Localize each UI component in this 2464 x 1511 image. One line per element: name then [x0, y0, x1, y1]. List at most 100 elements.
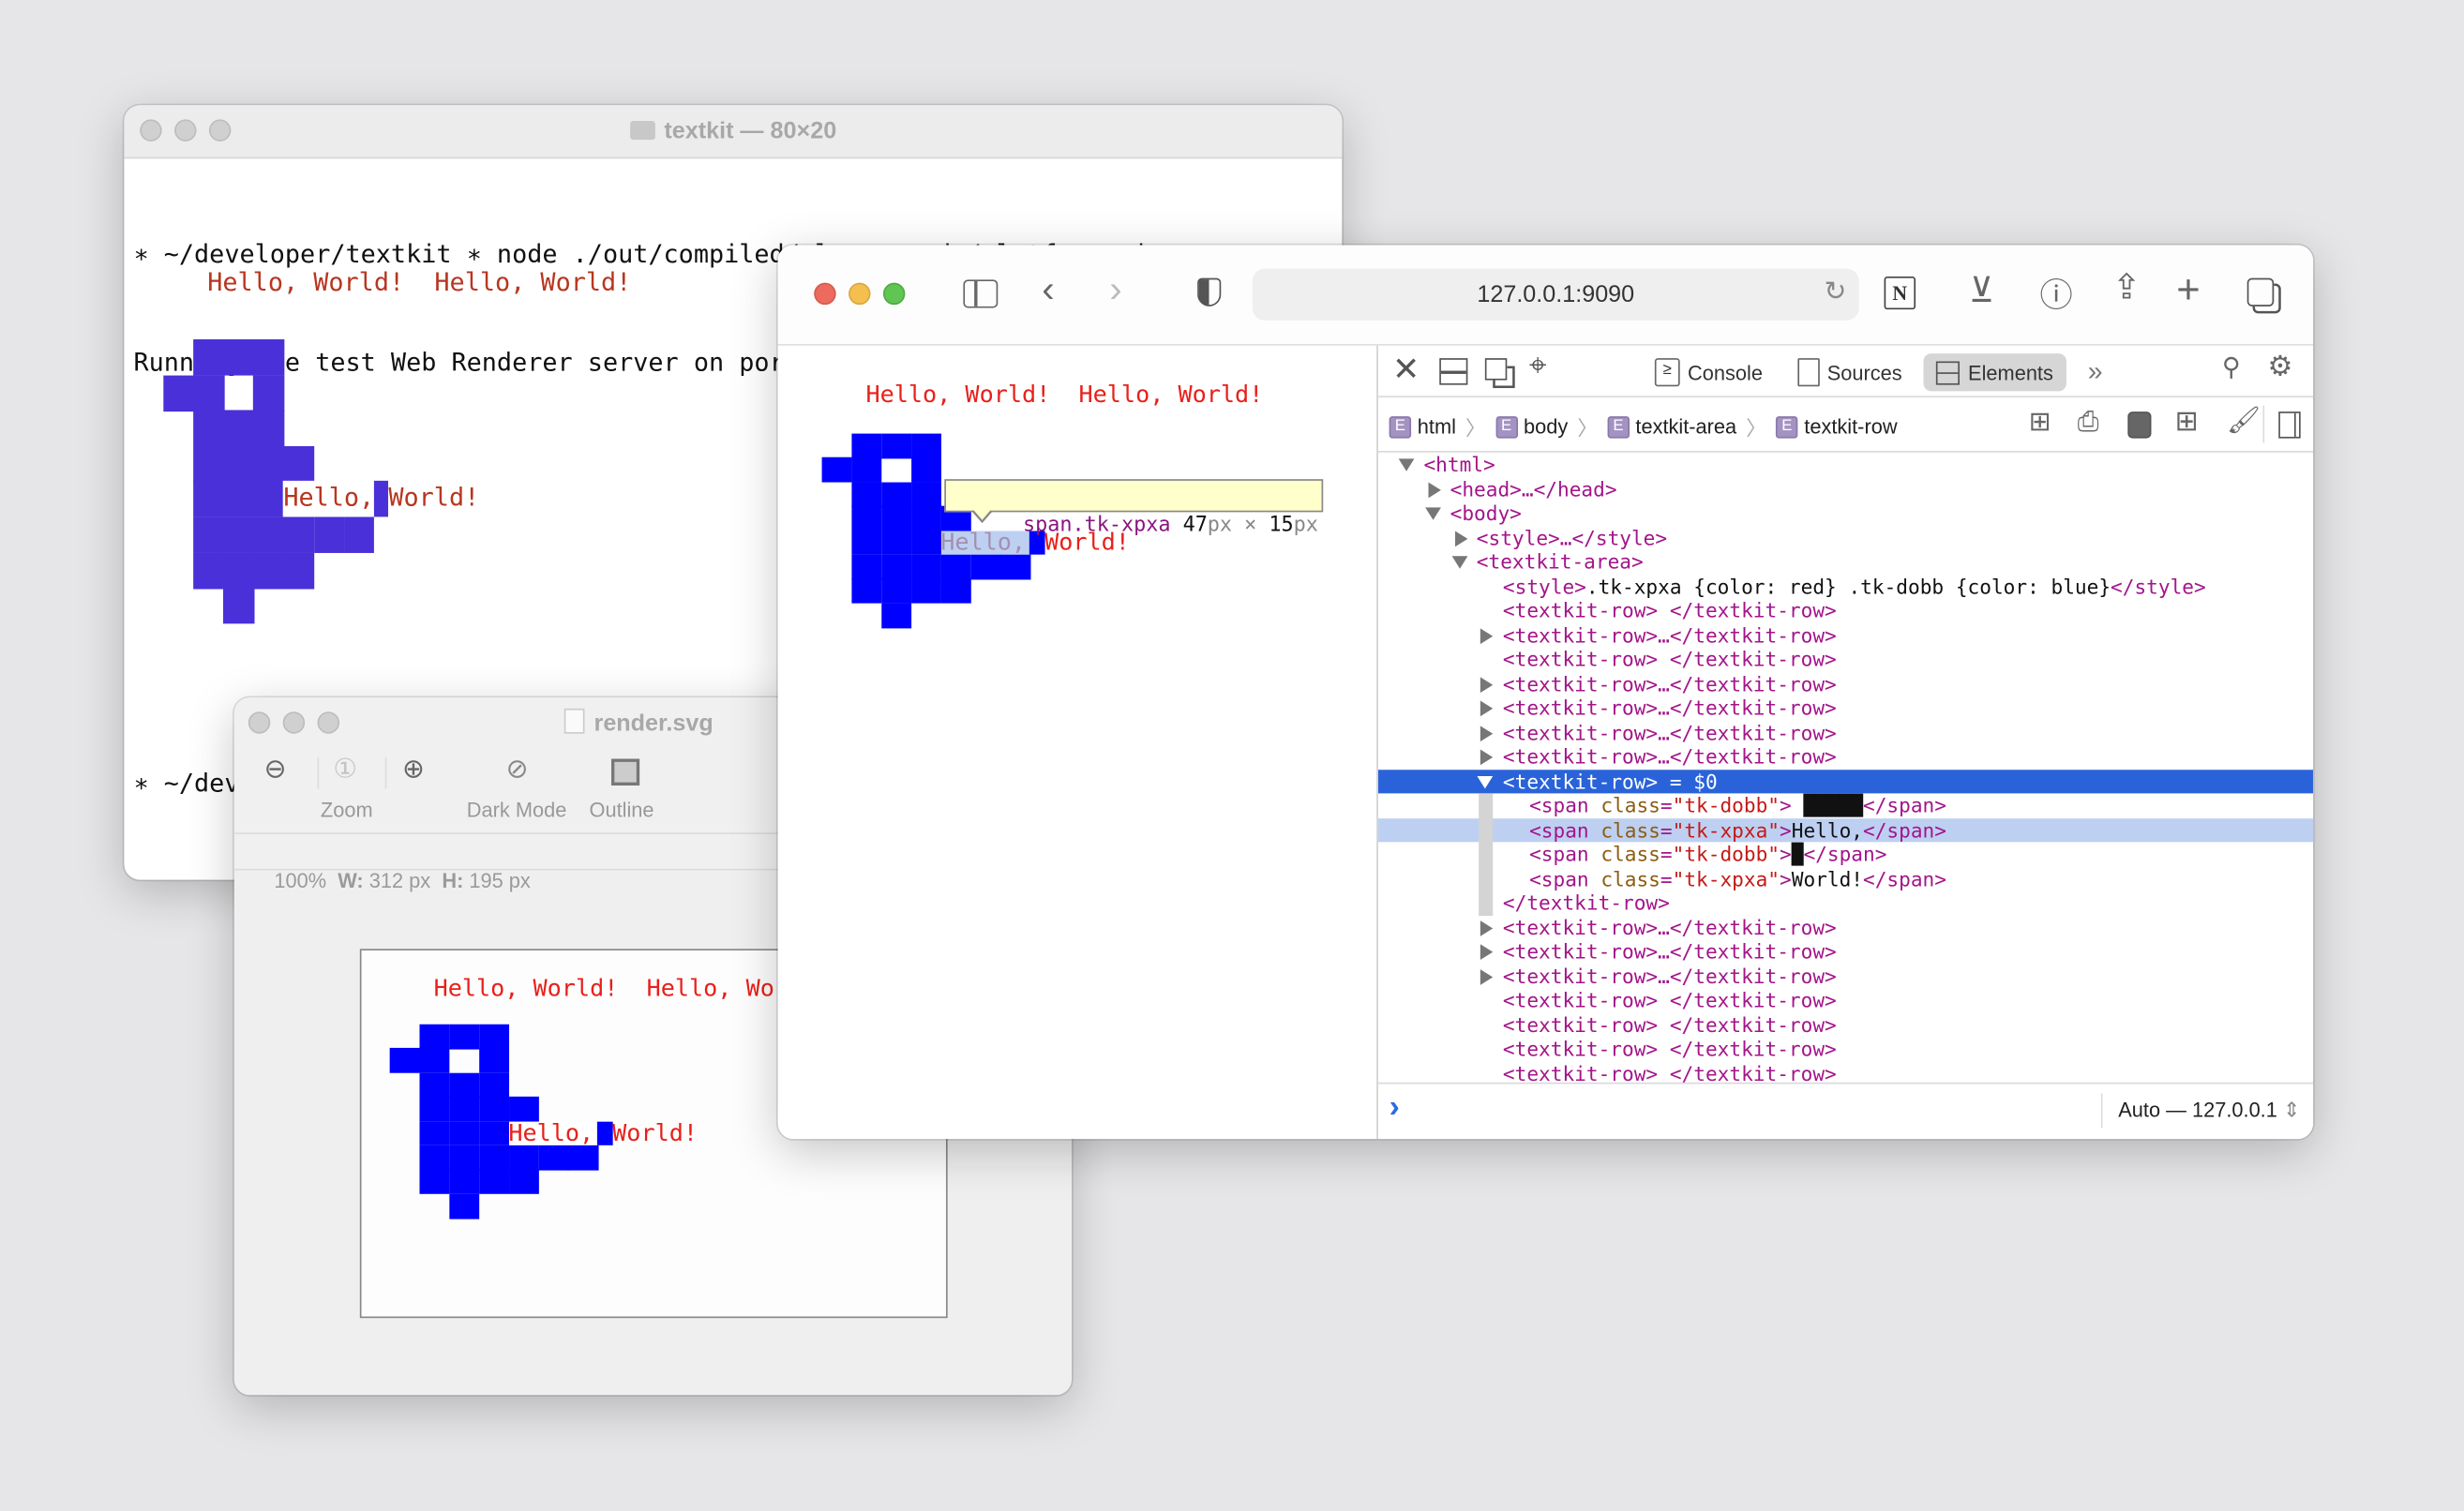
- disclosure-closed-icon[interactable]: [1480, 700, 1494, 717]
- dom-node[interactable]: <span class="tk-xpxa">Hello,</span>: [1377, 817, 2314, 843]
- breadcrumb-label: html: [1417, 414, 1456, 439]
- paint-brush-icon[interactable]: 🖌: [2227, 405, 2261, 437]
- dom-node[interactable]: <textkit-row>…</textkit-row>: [1378, 964, 2313, 988]
- dom-token: =: [1660, 842, 1673, 866]
- disclosure-closed-icon[interactable]: [1480, 944, 1494, 961]
- forward-icon[interactable]: ›: [1109, 269, 1121, 313]
- minimize-button[interactable]: [282, 711, 306, 734]
- address-bar[interactable]: 127.0.0.1:9090 ↻: [1252, 268, 1859, 321]
- dom-node[interactable]: <textkit-row> </textkit-row>: [1378, 1061, 2313, 1084]
- dom-node-selected[interactable]: <textkit-row> = $0: [1377, 769, 2314, 794]
- grid-overlay-icon[interactable]: ⊞: [2175, 405, 2199, 438]
- minimize-button[interactable]: [849, 282, 871, 306]
- outline-button[interactable]: Outline: [590, 798, 654, 821]
- dom-node[interactable]: <head>…</head>: [1378, 477, 2313, 501]
- notion-icon[interactable]: N: [1884, 276, 1916, 310]
- dom-tree[interactable]: <html> <head>…</head> <body> <style>…</styl…: [1377, 453, 2314, 1084]
- dom-node[interactable]: <textkit-row> </textkit-row>: [1378, 1037, 2313, 1061]
- hello-span[interactable]: Hello,: [508, 1120, 598, 1145]
- disclosure-open-icon[interactable]: [1424, 507, 1441, 520]
- dom-node[interactable]: <textkit-row> </textkit-row>: [1378, 1012, 2313, 1037]
- actual-size-icon[interactable]: ①: [333, 754, 357, 785]
- disclosure-open-icon[interactable]: [1398, 458, 1415, 471]
- disclosure-closed-icon[interactable]: [1480, 968, 1494, 985]
- browser-window: ‹ › 127.0.0.1:9090 ↻ N ⊻ ⓘ ⇪ + Hello, Wo…: [777, 245, 2314, 1140]
- close-devtools-icon[interactable]: ✕: [1392, 351, 1420, 390]
- inspect-target-icon[interactable]: ⌖: [1529, 349, 1547, 385]
- dom-node[interactable]: <textkit-area>: [1378, 550, 2313, 575]
- print-icon[interactable]: ⎙: [2078, 407, 2099, 439]
- gear-icon[interactable]: ⚙: [2267, 351, 2292, 383]
- tab-elements[interactable]: Elements: [1924, 353, 2066, 392]
- dom-node[interactable]: <textkit-row> </textkit-row>: [1378, 599, 2313, 623]
- dom-node[interactable]: <html>: [1378, 453, 2313, 477]
- dom-node[interactable]: <style>.tk-xpxa {color: red} .tk-dobb {c…: [1378, 575, 2313, 599]
- dom-node[interactable]: <span class="tk-dobb"> █████</span>: [1378, 793, 2313, 817]
- back-icon[interactable]: ‹: [1042, 269, 1054, 313]
- dark-mode-icon[interactable]: ⊘: [506, 754, 529, 785]
- rulers-icon[interactable]: ⊞: [2029, 407, 2051, 439]
- breadcrumb-html[interactable]: Ehtml 〉: [1389, 411, 1486, 441]
- outline-icon[interactable]: [610, 758, 640, 786]
- dom-node[interactable]: <textkit-row> </textkit-row>: [1378, 648, 2313, 672]
- dom-token: <textkit-row>…</textkit-row>: [1502, 696, 1837, 720]
- world-span[interactable]: World!: [612, 1119, 698, 1145]
- tab-sources[interactable]: Sources: [1784, 353, 1915, 391]
- dom-node[interactable]: <textkit-row>…</textkit-row>: [1378, 744, 2313, 769]
- breadcrumb-textkit-area[interactable]: Etextkit-area 〉: [1607, 411, 1766, 441]
- screenshot-icon[interactable]: [2127, 411, 2152, 439]
- info-icon[interactable]: ⓘ: [2039, 270, 2072, 317]
- context-selector[interactable]: Auto — 127.0.0.1 ⇕: [2118, 1099, 2300, 1124]
- dom-node[interactable]: <textkit-row> </textkit-row>: [1378, 988, 2313, 1012]
- console-prompt-input[interactable]: ›: [1390, 1090, 1400, 1127]
- dom-node[interactable]: <textkit-row>…</textkit-row>: [1378, 915, 2313, 939]
- zoom-button[interactable]: [317, 711, 340, 734]
- disclosure-closed-icon[interactable]: [1454, 530, 1467, 546]
- close-button[interactable]: [814, 282, 836, 306]
- search-icon[interactable]: ⚲: [2222, 352, 2241, 383]
- disclosure-closed-icon[interactable]: [1480, 676, 1494, 693]
- dom-node[interactable]: <span class="tk-dobb">█</span>: [1378, 842, 2313, 866]
- disclosure-open-icon[interactable]: [1478, 775, 1494, 788]
- dom-node[interactable]: <style>…</style>: [1378, 526, 2313, 550]
- disclosure-closed-icon[interactable]: [1480, 627, 1494, 644]
- download-icon[interactable]: ⊻: [1969, 270, 1994, 311]
- bird-pixel: [851, 433, 882, 459]
- sidebar-toggle-icon[interactable]: [2278, 411, 2301, 439]
- tabs-overview-icon[interactable]: [2246, 277, 2275, 307]
- more-tabs-button[interactable]: »: [2075, 353, 2115, 391]
- share-icon[interactable]: ⇪: [2112, 267, 2141, 308]
- dom-node[interactable]: <textkit-row>…</textkit-row>: [1378, 623, 2313, 648]
- breadcrumb-body[interactable]: Ebody 〉: [1495, 411, 1598, 441]
- reload-icon[interactable]: ↻: [1824, 277, 1846, 308]
- dark-mode-button[interactable]: Dark Mode: [467, 798, 567, 821]
- new-tab-icon[interactable]: +: [2176, 265, 2200, 314]
- dom-node[interactable]: <body>: [1378, 501, 2313, 526]
- zoom-in-icon[interactable]: ⊕: [402, 754, 425, 785]
- dom-node[interactable]: <textkit-row>…</textkit-row>: [1378, 696, 2313, 720]
- dom-node[interactable]: <textkit-row>…</textkit-row>: [1378, 939, 2313, 964]
- disclosure-closed-icon[interactable]: [1480, 725, 1494, 741]
- disclosure-closed-icon[interactable]: [1428, 481, 1441, 498]
- zoom-button[interactable]: [882, 282, 906, 306]
- dom-node[interactable]: <span class="tk-xpxa">World!</span>: [1378, 866, 2313, 890]
- zoom-out-icon[interactable]: ⊖: [264, 754, 287, 785]
- hello-span[interactable]: Hello,: [283, 481, 374, 517]
- disclosure-closed-icon[interactable]: [1480, 920, 1494, 936]
- world-span[interactable]: World!: [388, 482, 479, 517]
- dom-node[interactable]: </textkit-row>: [1378, 890, 2313, 915]
- tab-console[interactable]: ≥ Console: [1642, 353, 1775, 391]
- disclosure-closed-icon[interactable]: [1480, 749, 1494, 766]
- disclosure-open-icon[interactable]: [1450, 556, 1467, 569]
- bird-pixel: [851, 530, 882, 556]
- context-label: Auto — 127.0.0.1: [2118, 1098, 2277, 1122]
- dom-node[interactable]: <textkit-row>…</textkit-row>: [1378, 671, 2313, 696]
- dom-token: >: [1780, 817, 1792, 842]
- dock-bottom-icon[interactable]: [1439, 358, 1468, 385]
- detach-icon[interactable]: [1484, 358, 1508, 381]
- dom-node[interactable]: <textkit-row>…</textkit-row>: [1378, 720, 2313, 744]
- shield-icon[interactable]: [1197, 277, 1222, 307]
- breadcrumb-textkit-row[interactable]: Etextkit-row: [1776, 411, 1898, 441]
- sidebar-icon[interactable]: [963, 279, 999, 308]
- close-button[interactable]: [248, 711, 271, 734]
